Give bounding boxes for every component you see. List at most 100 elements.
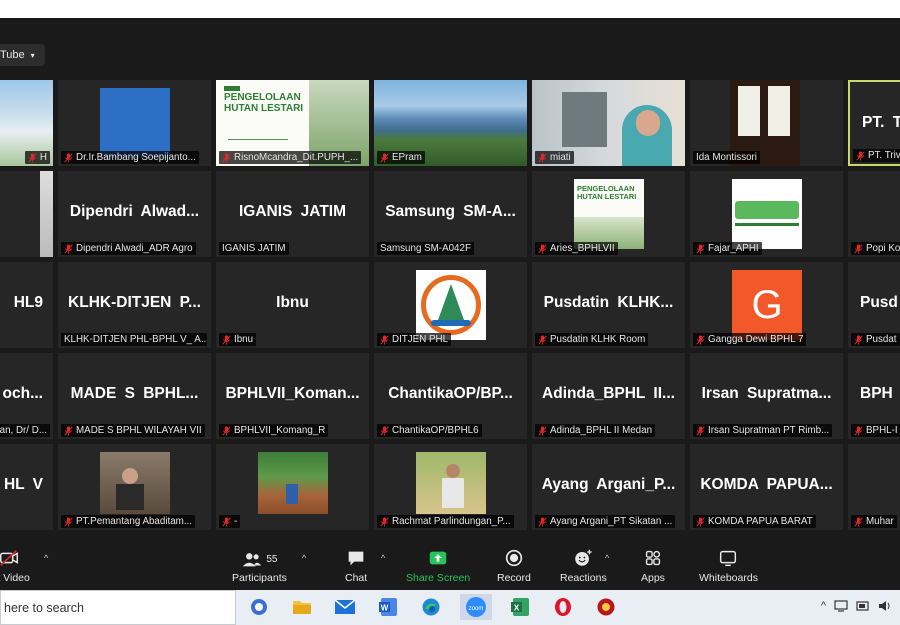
participant-tile[interactable]: BPHLVII_Koman... BPHLVII_Komang_R: [216, 353, 369, 439]
participant-tile[interactable]: Ida Montissori: [690, 80, 843, 166]
whiteboards-button[interactable]: Whiteboards: [699, 547, 758, 584]
participant-name-label: BPHLVII_Komang_R: [219, 424, 329, 437]
zoom-icon[interactable]: zoom: [460, 594, 492, 620]
participants-icon: [243, 552, 262, 566]
participant-tile[interactable]: KOMDA PAPUA... KOMDA PAPUA BARAT: [690, 444, 843, 530]
participant-tile[interactable]: Ayang Argani_P... Ayang Argani_PT Sikatan…: [532, 444, 685, 530]
network-icon[interactable]: [834, 600, 848, 612]
edge-icon[interactable]: [417, 594, 445, 620]
participant-tile[interactable]: H: [0, 80, 53, 166]
mic-muted-icon: [538, 516, 547, 527]
participant-name: Fajar_APHI: [708, 243, 759, 254]
svg-text:zoom: zoom: [469, 606, 484, 612]
participant-name-label: KOMDA PAPUA BARAT: [693, 515, 816, 528]
participant-tile[interactable]: PT. Tr PT. Triv: [848, 80, 900, 166]
participant-name-label: Gangga Dewi BPHL 7: [693, 333, 807, 346]
chevron-up-icon[interactable]: ^: [381, 553, 385, 563]
participant-tile[interactable]: Samsung SM-A... Samsung SM-A042F: [374, 171, 527, 257]
participant-display-name: Samsung SM-A...: [385, 203, 516, 220]
chevron-up-icon[interactable]: ^: [44, 553, 48, 563]
live-stream-button[interactable]: Tube ▾: [0, 44, 45, 66]
participant-tile[interactable]: IGANIS JATIM IGANIS JATIM: [216, 171, 369, 257]
chat-icon[interactable]: [245, 594, 273, 620]
chat-button[interactable]: Chat: [345, 547, 367, 584]
record-label: Record: [497, 572, 531, 584]
svg-text:X: X: [514, 604, 520, 613]
mic-muted-icon: [856, 150, 865, 161]
participant-tile[interactable]: Pusdatin KLHK... Pusdatin KLHK Room: [532, 262, 685, 348]
mic-muted-icon: [222, 152, 231, 163]
participant-tile[interactable]: G Gangga Dewi BPHL 7: [690, 262, 843, 348]
participant-name: Dipendri Alwadi_ADR Agro: [76, 243, 193, 254]
start-video-button[interactable]: art Video: [0, 547, 30, 584]
participant-name: Pusdatin KLHK Room: [550, 334, 646, 345]
participant-name: PT.Pemantang Abaditam...: [76, 516, 192, 527]
file-explorer-icon[interactable]: [288, 594, 316, 620]
participant-tile[interactable]: Fajar_APHI: [690, 171, 843, 257]
participant-name-label: Irsan Supratman PT Rimb...: [693, 424, 833, 437]
participant-tile[interactable]: HL V: [0, 444, 53, 530]
opera-icon[interactable]: [549, 594, 577, 620]
participant-tile[interactable]: [0, 171, 53, 257]
participant-tile[interactable]: ChantikaOP/BP... ChantikaOP/BPHL6: [374, 353, 527, 439]
participant-display-name: Dipendri Alwad...: [69, 203, 200, 220]
chevron-up-icon[interactable]: ^: [302, 553, 306, 563]
participant-tile[interactable]: Muhar: [848, 444, 900, 530]
participant-tile[interactable]: Dipendri Alwad... Dipendri Alwadi_ADR Agr…: [58, 171, 211, 257]
participant-tile[interactable]: miati: [532, 80, 685, 166]
participant-name-label: Pusdat: [851, 333, 900, 346]
game-icon[interactable]: [592, 594, 620, 620]
participant-tile[interactable]: BPH BPHL-I: [848, 353, 900, 439]
record-button[interactable]: Record: [497, 547, 531, 584]
participant-tile[interactable]: Dr.Ir.Bambang Soepijanto...: [58, 80, 211, 166]
apps-button[interactable]: Apps: [641, 547, 665, 584]
mic-muted-icon: [64, 152, 73, 163]
participant-tile[interactable]: Pusd Pusdat: [848, 262, 900, 348]
reactions-button[interactable]: Reactions: [560, 547, 607, 584]
avatar: G: [732, 270, 802, 340]
mic-muted-icon: [696, 516, 705, 527]
participant-name: KOMDA PAPUA BARAT: [708, 516, 813, 527]
mail-icon[interactable]: [331, 594, 359, 620]
participant-tile[interactable]: och... an, Dr/ D...: [0, 353, 53, 439]
participant-tile[interactable]: DITJEN PHL: [374, 262, 527, 348]
battery-icon[interactable]: [856, 600, 870, 612]
volume-icon[interactable]: [878, 600, 892, 612]
mic-muted-icon: [696, 334, 705, 345]
svg-text:W: W: [381, 604, 389, 613]
participant-tile[interactable]: HL9: [0, 262, 53, 348]
mic-muted-icon: [64, 425, 73, 436]
participant-tile[interactable]: -: [216, 444, 369, 530]
mic-muted-icon: [854, 243, 863, 254]
participant-tile[interactable]: PT.Pemantang Abaditam...: [58, 444, 211, 530]
participants-button[interactable]: 55 Participants: [232, 547, 287, 584]
participant-name-label: PT.Pemantang Abaditam...: [61, 515, 195, 528]
participant-tile[interactable]: EPram: [374, 80, 527, 166]
participant-tile[interactable]: MADE S BPHL... MADE S BPHL WILAYAH VII: [58, 353, 211, 439]
participant-tile[interactable]: Ibnu Ibnu: [216, 262, 369, 348]
participant-name: Pusdat: [866, 334, 897, 345]
participant-tile[interactable]: Irsan Supratma... Irsan Supratman PT Rimb…: [690, 353, 843, 439]
participant-tile[interactable]: KLHK-DITJEN P... KLHK-DITJEN PHL-BPHL V_ …: [58, 262, 211, 348]
mic-muted-icon: [28, 152, 37, 163]
chevron-up-icon[interactable]: ^: [605, 553, 609, 563]
participant-name-label: Adinda_BPHL II Medan: [535, 424, 656, 437]
taskbar-search-box[interactable]: here to search: [0, 590, 236, 625]
participant-name-label: DITJEN PHL: [377, 333, 452, 346]
participant-tile[interactable]: Rachmat Parlindungan_P...: [374, 444, 527, 530]
word-icon[interactable]: W: [374, 594, 402, 620]
participant-tile[interactable]: Adinda_BPHL II... Adinda_BPHL II Medan: [532, 353, 685, 439]
participant-name-label: H: [24, 151, 50, 164]
participant-name: Dr.Ir.Bambang Soepijanto...: [76, 152, 196, 163]
chevron-up-icon[interactable]: ^: [821, 600, 826, 612]
participant-name: Gangga Dewi BPHL 7: [708, 334, 804, 345]
participant-tile[interactable]: PENGELOLAAN HUTAN LESTARI Aries_BPHLVII: [532, 171, 685, 257]
excel-icon[interactable]: X: [506, 594, 534, 620]
participants-count: 55: [266, 554, 278, 565]
participant-name: Muhar: [866, 516, 894, 527]
participant-tile[interactable]: Popi Ko: [848, 171, 900, 257]
participant-name-label: Muhar: [851, 515, 897, 528]
share-screen-button[interactable]: Share Screen: [406, 547, 470, 584]
search-placeholder: here to search: [4, 600, 84, 615]
participant-tile[interactable]: PENGELOLAAN HUTAN LESTARI RisnoMcandra_Di…: [216, 80, 369, 166]
